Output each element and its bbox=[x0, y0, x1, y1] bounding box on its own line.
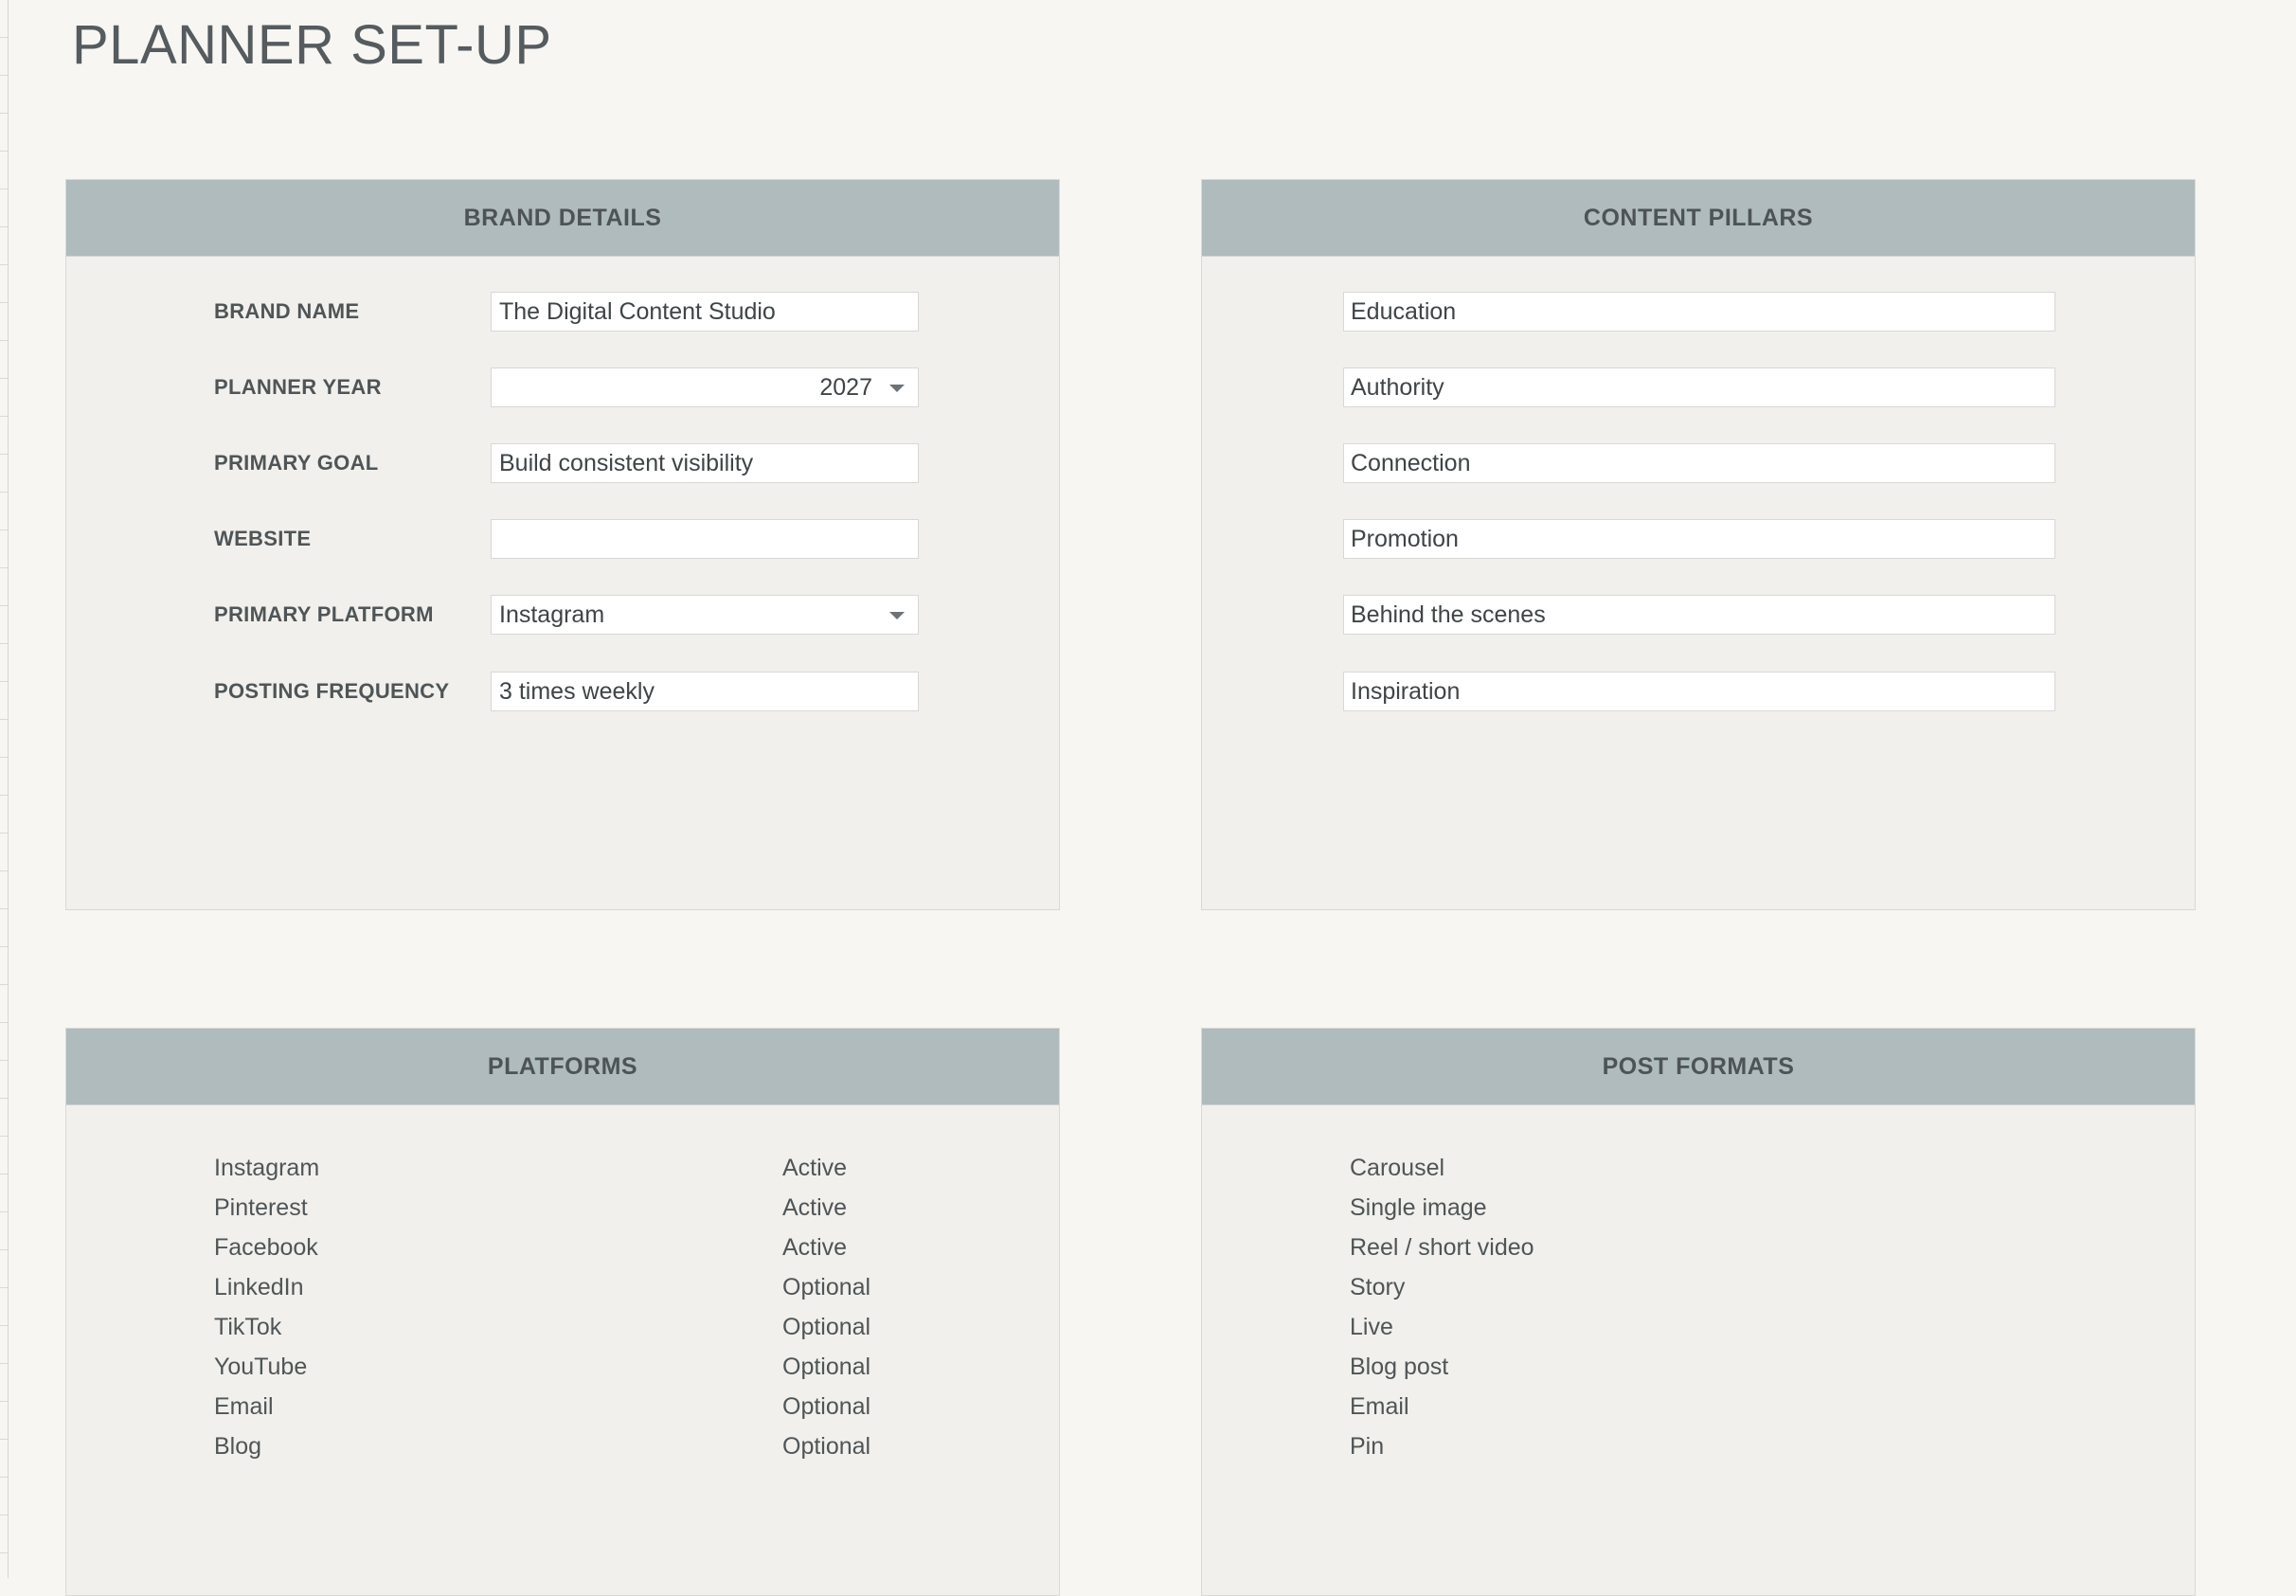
primary-platform-value: Instagram bbox=[499, 601, 605, 628]
brand-name-input[interactable]: The Digital Content Studio bbox=[491, 292, 919, 332]
brand-details-header: BRAND DETAILS bbox=[66, 180, 1059, 257]
pillar-input[interactable]: Education bbox=[1343, 292, 2055, 332]
platform-name[interactable]: Email bbox=[214, 1391, 274, 1422]
post-format-item[interactable]: Pin bbox=[1350, 1431, 1384, 1462]
brand-name-label: BRAND NAME bbox=[214, 299, 360, 323]
pillar-input[interactable]: Connection bbox=[1343, 443, 2055, 483]
primary-platform-label: PRIMARY PLATFORM bbox=[214, 602, 434, 626]
platform-status[interactable]: Optional bbox=[782, 1272, 870, 1302]
website-label: WEBSITE bbox=[214, 527, 312, 550]
posting-frequency-label: POSTING FREQUENCY bbox=[214, 679, 450, 703]
post-formats-card: POST FORMATS Carousel Single image Reel … bbox=[1201, 1028, 2196, 1596]
website-input[interactable] bbox=[491, 519, 919, 559]
platform-status[interactable]: Optional bbox=[782, 1391, 870, 1422]
primary-platform-row: PRIMARY PLATFORM Instagram bbox=[66, 595, 1059, 635]
content-pillars-header: CONTENT PILLARS bbox=[1202, 180, 2195, 257]
platform-name[interactable]: Instagram bbox=[214, 1153, 319, 1183]
platform-status[interactable]: Optional bbox=[782, 1431, 870, 1462]
page-title: PLANNER SET-UP bbox=[72, 14, 552, 76]
post-format-item[interactable]: Story bbox=[1350, 1272, 1405, 1302]
platform-status[interactable]: Optional bbox=[782, 1352, 870, 1382]
posting-frequency-input[interactable]: 3 times weekly bbox=[491, 672, 919, 711]
post-format-item[interactable]: Single image bbox=[1350, 1193, 1487, 1223]
platform-status[interactable]: Active bbox=[782, 1232, 847, 1263]
planner-year-select[interactable]: 2027 bbox=[491, 368, 919, 407]
website-row: WEBSITE bbox=[66, 519, 1059, 559]
post-format-item[interactable]: Carousel bbox=[1350, 1153, 1444, 1183]
platform-status[interactable]: Active bbox=[782, 1193, 847, 1223]
platform-name[interactable]: Pinterest bbox=[214, 1193, 308, 1223]
primary-goal-row: PRIMARY GOAL Build consistent visibility bbox=[66, 443, 1059, 483]
brand-name-row: BRAND NAME The Digital Content Studio bbox=[66, 292, 1059, 332]
posting-frequency-row: POSTING FREQUENCY 3 times weekly bbox=[66, 672, 1059, 711]
post-format-item[interactable]: Blog post bbox=[1350, 1352, 1448, 1382]
content-pillars-card: CONTENT PILLARS Education Authority Conn… bbox=[1201, 179, 2196, 910]
planner-year-value: 2027 bbox=[819, 374, 872, 401]
primary-goal-input[interactable]: Build consistent visibility bbox=[491, 443, 919, 483]
brand-details-card: BRAND DETAILS BRAND NAME The Digital Con… bbox=[65, 179, 1060, 910]
primary-platform-select[interactable]: Instagram bbox=[491, 595, 919, 635]
pillar-input[interactable]: Authority bbox=[1343, 368, 2055, 407]
pillar-input[interactable]: Behind the scenes bbox=[1343, 595, 2055, 635]
platform-name[interactable]: LinkedIn bbox=[214, 1272, 304, 1302]
post-format-item[interactable]: Live bbox=[1350, 1312, 1393, 1342]
platform-name[interactable]: TikTok bbox=[214, 1312, 281, 1342]
platform-status[interactable]: Active bbox=[782, 1153, 847, 1183]
planner-year-row: PLANNER YEAR 2027 bbox=[66, 368, 1059, 407]
pillar-input[interactable]: Inspiration bbox=[1343, 672, 2055, 711]
post-format-item[interactable]: Reel / short video bbox=[1350, 1232, 1534, 1263]
primary-goal-label: PRIMARY GOAL bbox=[214, 451, 379, 475]
post-formats-header: POST FORMATS bbox=[1202, 1029, 2195, 1105]
planner-year-label: PLANNER YEAR bbox=[214, 375, 382, 399]
platform-name[interactable]: Blog bbox=[214, 1431, 261, 1462]
chevron-down-icon[interactable] bbox=[889, 612, 905, 619]
row-ruler bbox=[0, 0, 9, 1578]
platforms-header: PLATFORMS bbox=[66, 1029, 1059, 1105]
post-format-item[interactable]: Email bbox=[1350, 1391, 1409, 1422]
pillar-input[interactable]: Promotion bbox=[1343, 519, 2055, 559]
chevron-down-icon[interactable] bbox=[889, 385, 905, 392]
platform-status[interactable]: Optional bbox=[782, 1312, 870, 1342]
platforms-card: PLATFORMS Instagram Active Pinterest Act… bbox=[65, 1028, 1060, 1596]
platform-name[interactable]: Facebook bbox=[214, 1232, 318, 1263]
platform-name[interactable]: YouTube bbox=[214, 1352, 307, 1382]
